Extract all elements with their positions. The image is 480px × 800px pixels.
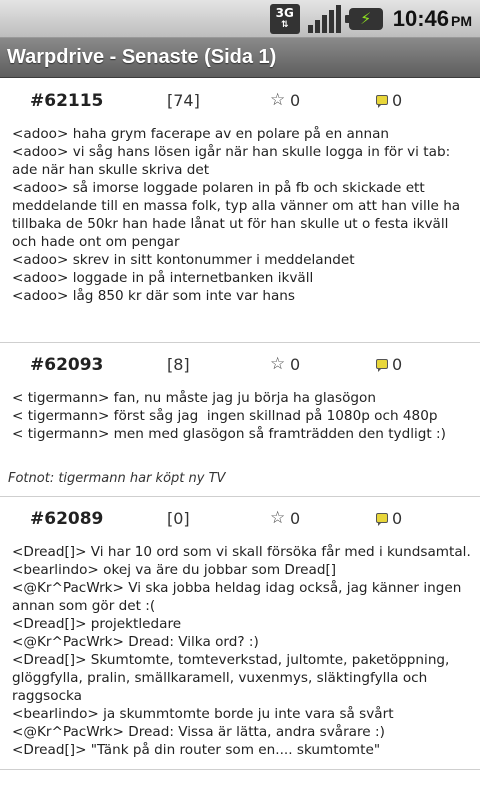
comment-icon[interactable] bbox=[376, 513, 388, 526]
quote-body: < tigermann> fan, nu måste jag ju börja … bbox=[0, 389, 480, 443]
quote-line: <Dread[]> projektledare bbox=[12, 616, 182, 632]
quote-line: <adoo> låg 850 kr där som inte var hans bbox=[12, 288, 295, 304]
network-3g-icon: 3G ⇅ bbox=[269, 3, 300, 34]
quote-line: <@Kr^PacWrk> Dread: Vilka ord? :) bbox=[12, 634, 259, 650]
quote-line: <bearlindo> ja skummtomte borde ju inte … bbox=[12, 706, 394, 722]
quote-line: < tigermann> men med glasögon så framträ… bbox=[12, 426, 446, 442]
signal-strength-icon bbox=[307, 4, 341, 33]
quote-line: <adoo> så imorse loggade polaren in på f… bbox=[12, 180, 465, 250]
quote-line: <Dread[]> Skumtomte, tomteverkstad, jult… bbox=[12, 652, 454, 704]
app-title-bar: Warpdrive - Senaste (Sida 1) bbox=[0, 38, 480, 78]
quote-line: <Dread[]> Vi har 10 ord som vi skall för… bbox=[12, 544, 471, 560]
quote-line: <bearlindo> okej va äre du jobbar som Dr… bbox=[12, 562, 337, 578]
quote-line: <adoo> skrev in sitt kontonummer i medde… bbox=[12, 252, 355, 268]
quote-header: #62093 [8] ☆ 0 0 bbox=[0, 343, 480, 389]
star-count: 0 bbox=[290, 509, 301, 528]
quote-line: < tigermann> först såg jag ingen skillna… bbox=[12, 408, 438, 424]
star-icon[interactable]: ☆ bbox=[270, 354, 285, 374]
clock-time: 10:46 bbox=[392, 5, 449, 31]
quote-line: <@Kr^PacWrk> Vi ska jobba heldag idag oc… bbox=[12, 580, 466, 614]
clock-ampm: PM bbox=[451, 12, 472, 29]
star-icon[interactable]: ☆ bbox=[270, 508, 285, 528]
app-title: Warpdrive - Senaste (Sida 1) bbox=[7, 46, 277, 68]
battery-charging-icon: ⚡ bbox=[344, 7, 383, 30]
star-count: 0 bbox=[290, 355, 301, 374]
quote-line: < tigermann> fan, nu måste jag ju börja … bbox=[12, 390, 376, 406]
quote-score: [74] bbox=[167, 91, 200, 110]
quote-line: <Dread[]> "Tänk på din router som en....… bbox=[12, 742, 381, 758]
quote-header: #62089 [0] ☆ 0 0 bbox=[0, 497, 480, 543]
quote-id[interactable]: #62089 bbox=[30, 509, 103, 529]
star-icon[interactable]: ☆ bbox=[270, 90, 285, 110]
quote-item[interactable]: #62089 [0] ☆ 0 0 <Dread[]> Vi har 10 ord… bbox=[0, 497, 480, 770]
quote-line: <adoo> loggade in på internetbanken ikvä… bbox=[12, 270, 314, 286]
quote-score: [8] bbox=[167, 355, 190, 374]
quote-line: <adoo> haha grym facerape av en polare p… bbox=[12, 126, 390, 142]
quote-line: <@Kr^PacWrk> Dread: Vissa är lätta, andr… bbox=[12, 724, 385, 740]
quote-id[interactable]: #62093 bbox=[30, 355, 103, 375]
status-bar: 3G ⇅ ⚡ 10:46 PM bbox=[0, 0, 480, 38]
quote-header: #62115 [74] ☆ 0 0 bbox=[0, 79, 480, 125]
comment-count: 0 bbox=[392, 509, 403, 528]
quote-body: <adoo> haha grym facerape av en polare p… bbox=[0, 125, 480, 342]
quote-line: <adoo> vi såg hans lösen igår när han sk… bbox=[12, 144, 455, 178]
comment-icon[interactable] bbox=[376, 359, 388, 372]
quote-score: [0] bbox=[167, 509, 190, 528]
comment-icon[interactable] bbox=[376, 95, 388, 108]
clock: 10:46 PM bbox=[393, 6, 472, 32]
quote-item[interactable]: #62115 [74] ☆ 0 0 <adoo> haha grym facer… bbox=[0, 79, 480, 343]
comment-count: 0 bbox=[392, 355, 403, 374]
comment-count: 0 bbox=[392, 91, 403, 110]
quote-id[interactable]: #62115 bbox=[30, 91, 103, 111]
quote-item[interactable]: #62093 [8] ☆ 0 0 < tigermann> fan, nu må… bbox=[0, 343, 480, 497]
quote-body: <Dread[]> Vi har 10 ord som vi skall för… bbox=[0, 543, 480, 769]
star-count: 0 bbox=[290, 91, 301, 110]
quote-footnote: Fotnot: tigermann har köpt ny TV bbox=[8, 471, 226, 486]
quote-list[interactable]: #62115 [74] ☆ 0 0 <adoo> haha grym facer… bbox=[0, 79, 480, 770]
